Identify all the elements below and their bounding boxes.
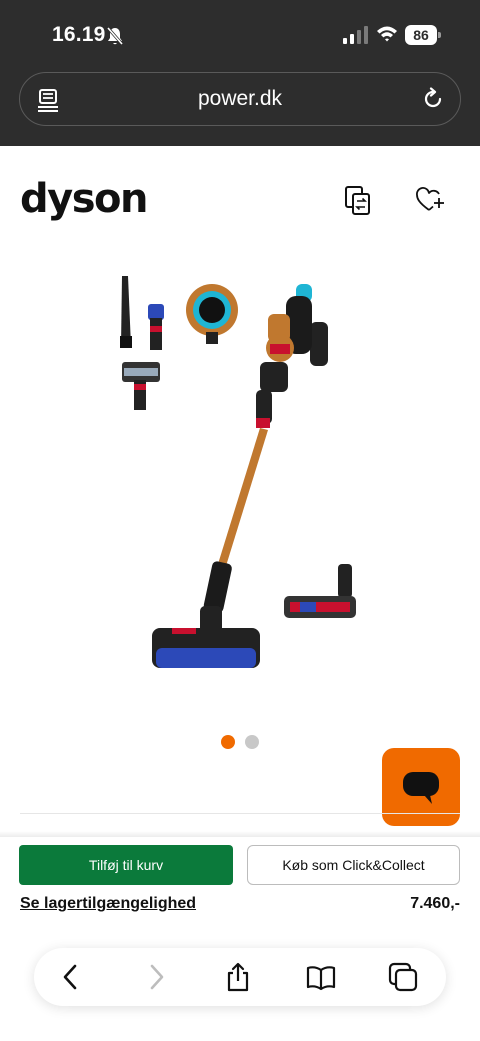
- gallery-pagination[interactable]: [221, 735, 261, 749]
- divider: [20, 813, 460, 814]
- wishlist-add-icon[interactable]: [416, 186, 446, 214]
- click-collect-button[interactable]: Køb som Click&Collect: [247, 845, 460, 885]
- compare-icon[interactable]: [344, 185, 372, 217]
- stock-availability-link[interactable]: Se lagertilgængelighed: [20, 895, 196, 913]
- gallery-dot[interactable]: [245, 735, 259, 749]
- address-bar[interactable]: power.dk: [19, 72, 461, 126]
- back-icon[interactable]: [56, 962, 86, 992]
- cellular-signal-icon: [343, 26, 368, 44]
- browser-toolbar: [34, 948, 446, 1006]
- gallery-dot-active[interactable]: [221, 735, 235, 749]
- wifi-icon: [377, 26, 397, 42]
- url-text[interactable]: power.dk: [20, 73, 460, 125]
- add-to-cart-button[interactable]: Tilføj til kurv: [19, 845, 233, 885]
- bookmarks-icon[interactable]: [306, 962, 336, 992]
- battery-icon: 86: [405, 25, 441, 45]
- share-icon[interactable]: [223, 962, 253, 992]
- brand-logo[interactable]: dyson: [20, 176, 148, 222]
- bell-slash-icon: [106, 27, 124, 45]
- chat-button[interactable]: [382, 748, 460, 826]
- status-time: 16.19: [52, 23, 106, 46]
- browser-chrome: 16.19 86 power.dk: [0, 0, 480, 146]
- forward-icon[interactable]: [141, 962, 171, 992]
- product-price: 7.460,-: [410, 895, 460, 912]
- tabs-icon[interactable]: [388, 962, 418, 992]
- battery-level: 86: [405, 25, 437, 45]
- reload-icon[interactable]: [421, 87, 445, 111]
- product-image[interactable]: [110, 266, 370, 686]
- chat-bubble-icon: [403, 772, 439, 804]
- sticky-bar-shadow: [0, 831, 480, 837]
